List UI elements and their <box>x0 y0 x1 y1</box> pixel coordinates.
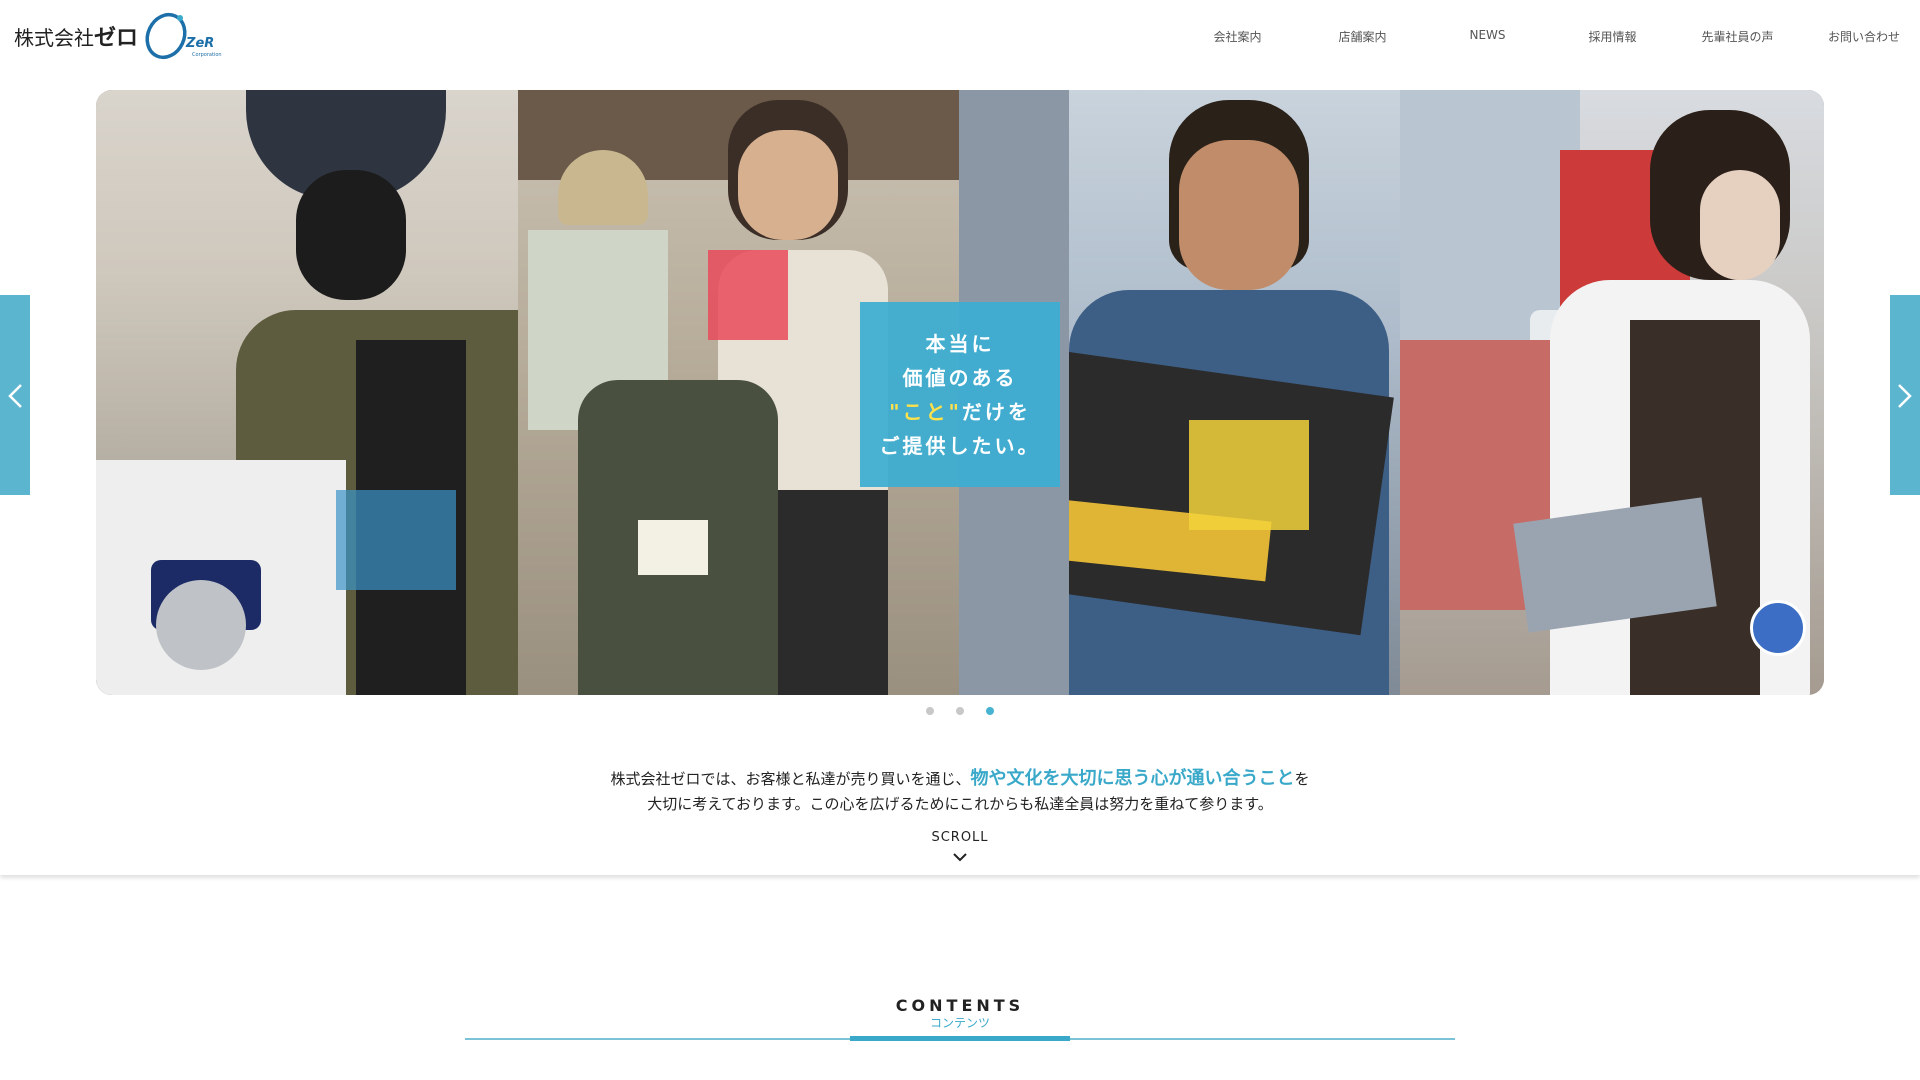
logo-text: 株式会社ゼロ <box>14 26 139 51</box>
contents-divider-accent <box>850 1036 1070 1041</box>
chevron-down-icon[interactable] <box>953 852 967 862</box>
slider-dot-3[interactable] <box>986 707 994 715</box>
nav-news[interactable]: NEWS <box>1425 28 1550 45</box>
logo-zer-text: ZeR <box>186 36 215 51</box>
caption-line-3: "こと"だけを <box>889 400 1031 424</box>
intro-section: 株式会社ゼロでは、お客様と私達が売り買いを通じ、物や文化を大切に思う心が通い合う… <box>0 730 1920 875</box>
slider-next-button[interactable] <box>1890 295 1920 495</box>
slider-dot-1[interactable] <box>926 707 934 715</box>
contents-title: CONTENTS <box>895 996 1025 1015</box>
slide-caption: 本当に 価値のある "こと"だけを ご提供したい。 <box>860 302 1060 487</box>
nav-recruit[interactable]: 採用情報 <box>1550 28 1675 45</box>
slider-dots <box>0 707 1920 715</box>
contents-subtitle: コンテンツ <box>929 1016 990 1030</box>
nav-stores[interactable]: 店舗案内 <box>1300 28 1425 45</box>
intro-line-1: 株式会社ゼロでは、お客様と私達が売り買いを通じ、物や文化を大切に思う心が通い合う… <box>610 768 1310 789</box>
company-logo[interactable]: 株式会社ゼロ ZeR Corporation <box>14 10 222 62</box>
main-nav: 会社案内 店舗案内 NEWS 採用情報 先輩社員の声 お問い合わせ <box>1175 28 1900 45</box>
slide-photo-staff-counter <box>1400 90 1824 695</box>
nav-company[interactable]: 会社案内 <box>1175 28 1300 45</box>
caption-line-4: ご提供したい。 <box>879 434 1041 458</box>
logo-mark: ZeR Corporation <box>140 10 222 62</box>
slider-dot-2[interactable] <box>956 707 964 715</box>
intro-highlight: 物や文化を大切に思う心が通い合うこと <box>970 768 1295 789</box>
chevron-left-icon <box>8 384 22 408</box>
caption-highlight: "こと" <box>889 400 962 424</box>
intro-line-2: 大切に考えております。この心を広げるためにこれからも私達全員は努力を重ねて参りま… <box>647 795 1273 813</box>
caption-line-1: 本当に <box>925 332 995 356</box>
scroll-link[interactable]: SCROLL <box>0 830 1920 845</box>
site-header: 株式会社ゼロ ZeR Corporation 会社案内 店舗案内 NEWS 採用… <box>0 0 1920 78</box>
slider-prev-button[interactable] <box>0 295 30 495</box>
slide-photo-staff-cd <box>96 90 518 695</box>
hero-slider[interactable]: 本当に 価値のある "こと"だけを ご提供したい。 <box>96 90 1824 695</box>
chevron-right-icon <box>1898 384 1912 408</box>
logo-zero-text: ゼロ <box>94 26 139 51</box>
nav-contact[interactable]: お問い合わせ <box>1800 28 1900 45</box>
caption-line-2: 価値のある <box>902 366 1018 390</box>
nav-staff-voices[interactable]: 先輩社員の声 <box>1675 28 1800 45</box>
logo-corp-text: Corporation <box>192 52 222 58</box>
